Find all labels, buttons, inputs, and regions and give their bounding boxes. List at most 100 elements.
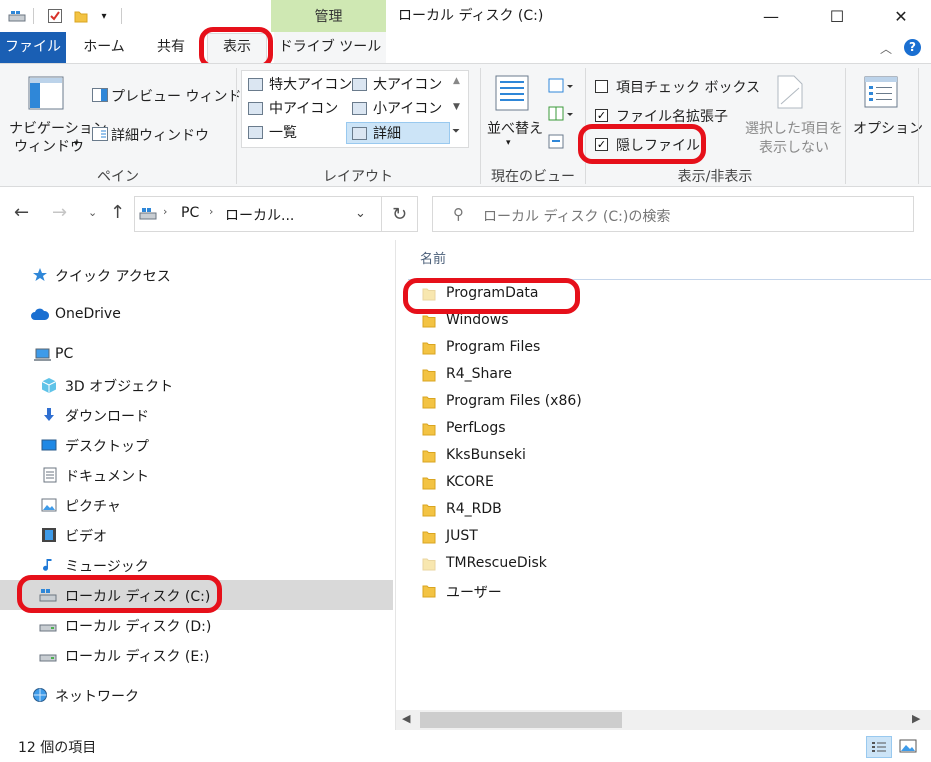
details-pane-button[interactable]: 詳細ウィンドウ [111, 125, 209, 145]
file-name: JUST [446, 528, 478, 544]
options-button[interactable]: オプション [853, 118, 923, 138]
file-row[interactable]: KCORE [396, 470, 931, 497]
nav-item-videos[interactable]: ビデオ [0, 520, 393, 550]
file-name-extensions-label[interactable]: ファイル名拡張子 [616, 106, 728, 126]
hide-selected-label-2[interactable]: 表示しない [759, 137, 829, 157]
file-row[interactable]: PerfLogs [396, 416, 931, 443]
collapse-ribbon-icon[interactable]: ︿ [880, 40, 892, 57]
file-row[interactable]: R4_Share [396, 362, 931, 389]
gallery-expand-icon[interactable]: ⏷ [452, 126, 460, 137]
details-view-button[interactable] [866, 736, 892, 758]
file-name: Program Files [446, 339, 541, 355]
gallery-scroll-down-icon[interactable]: ▼ [453, 102, 460, 112]
file-name-extensions-checkbox[interactable]: ✓ [595, 109, 608, 122]
scroll-left-icon[interactable]: ◀ [402, 712, 410, 725]
address-bar[interactable]: › PC › ローカル... ⌄ [134, 196, 382, 232]
search-box[interactable]: ⚲ ローカル ディスク (C:)の検索 [432, 196, 914, 232]
file-row[interactable]: JUST [396, 524, 931, 551]
folder-icon [422, 315, 436, 328]
breadcrumb-pc[interactable]: PC [181, 205, 199, 221]
current-view-group-label: 現在のビュー [491, 169, 575, 185]
back-arrow-icon[interactable]: ← [14, 202, 29, 223]
nav-item-pc[interactable]: PC [0, 340, 393, 370]
separator [845, 68, 846, 184]
details-icon [352, 127, 367, 140]
tab-file[interactable]: ファイル [0, 32, 66, 63]
refresh-icon: ↻ [391, 203, 408, 225]
address-dropdown-icon[interactable]: ⌄ [355, 206, 366, 221]
nav-item-local-disk-d[interactable]: ローカル ディスク (D:) [0, 610, 393, 640]
nav-item-network[interactable]: ネットワーク [0, 680, 393, 710]
nav-item-onedrive[interactable]: OneDrive [0, 300, 393, 330]
nav-item-documents[interactable]: ドキュメント [0, 460, 393, 490]
close-button[interactable]: ✕ [878, 0, 924, 32]
sort-by-button[interactable]: 並べ替え [487, 118, 543, 138]
group-by-icon[interactable] [548, 78, 574, 94]
chevron-down-icon[interactable]: ▾ [74, 139, 79, 149]
nav-item-local-disk-e[interactable]: ローカル ディスク (E:) [0, 640, 393, 670]
drive-app-icon[interactable] [6, 6, 28, 26]
gallery-scroll-up-icon[interactable]: ▲ [453, 76, 460, 86]
tab-home[interactable]: ホーム [72, 32, 136, 63]
hide-selected-label[interactable]: 選択した項目を [745, 118, 843, 138]
folder-icon [422, 558, 436, 571]
forward-arrow-icon[interactable]: → [52, 202, 67, 223]
layout-small-icons[interactable]: 小アイコン [347, 98, 442, 120]
nav-item-quick-access[interactable]: クイック アクセス [0, 260, 393, 290]
column-header-name[interactable]: 名前 [420, 248, 446, 267]
layout-medium-icons[interactable]: 中アイコン [243, 98, 338, 120]
preview-pane-button[interactable]: プレビュー ウィンドウ [111, 86, 255, 106]
maximize-button[interactable]: ☐ [814, 0, 860, 32]
chevron-down-icon[interactable]: ▾ [506, 138, 511, 148]
breadcrumb-drive[interactable]: ローカル... [225, 205, 294, 225]
folder-icon [422, 423, 436, 436]
size-columns-icon[interactable] [548, 134, 566, 150]
small-icons-icon [352, 102, 367, 115]
show-hide-group-label: 表示/非表示 [677, 169, 753, 185]
status-bar: 12 個の項目 [0, 730, 931, 762]
highlight-hidden-items [578, 124, 706, 164]
nav-item-3d-objects[interactable]: 3D オブジェクト [0, 370, 393, 400]
extra-large-icons-icon [248, 78, 263, 91]
tab-drive-tools[interactable]: ドライブ ツール [274, 32, 386, 63]
tab-share[interactable]: 共有 [140, 32, 202, 63]
folder-icon [422, 585, 436, 598]
file-row[interactable]: TMRescueDisk [396, 551, 931, 578]
customize-toolbar-icon[interactable]: ▾ [96, 6, 112, 26]
refresh-button[interactable]: ↻ [382, 196, 418, 232]
nav-item-desktop[interactable]: デスクトップ [0, 430, 393, 460]
add-columns-icon[interactable] [548, 106, 574, 122]
options-icon[interactable] [864, 76, 898, 108]
file-row[interactable]: Program Files [396, 335, 931, 362]
folder-icon [422, 450, 436, 463]
new-folder-icon[interactable] [70, 6, 92, 26]
properties-icon[interactable] [44, 6, 66, 26]
scroll-right-icon[interactable]: ▶ [912, 712, 920, 725]
item-checkboxes-label[interactable]: 項目チェック ボックス [616, 77, 760, 97]
nav-item-pictures[interactable]: ピクチャ [0, 490, 393, 520]
tab-manage[interactable]: 管理 [271, 0, 386, 32]
chevron-right-icon[interactable]: › [163, 205, 167, 218]
minimize-button[interactable]: — [748, 0, 794, 32]
layout-list[interactable]: 一覧 [243, 122, 297, 144]
nav-item-downloads[interactable]: ダウンロード [0, 400, 393, 430]
up-arrow-icon[interactable]: ↑ [110, 202, 125, 223]
file-row[interactable]: R4_RDB [396, 497, 931, 524]
file-row[interactable]: Program Files (x86) [396, 389, 931, 416]
layout-details-selected[interactable]: 詳細 [346, 122, 450, 144]
sort-by-icon[interactable] [494, 74, 530, 112]
horizontal-scrollbar[interactable]: ◀ ▶ [396, 710, 931, 730]
layout-extra-large-icons[interactable]: 特大アイコン [243, 74, 352, 96]
recent-locations-icon[interactable]: ⌄ [88, 206, 97, 219]
file-row[interactable]: KksBunseki [396, 443, 931, 470]
file-row[interactable]: ユーザー [396, 578, 931, 605]
chevron-right-icon[interactable]: › [209, 205, 213, 218]
large-icons-view-button[interactable] [896, 736, 920, 758]
navigation-pane-icon[interactable] [28, 76, 64, 110]
layout-large-icons[interactable]: 大アイコン [347, 74, 442, 96]
item-checkboxes-checkbox[interactable] [595, 80, 608, 93]
hide-selected-icon[interactable] [775, 74, 805, 110]
help-icon[interactable]: ? [904, 39, 921, 56]
search-input[interactable]: ローカル ディスク (C:)の検索 [483, 206, 670, 226]
scrollbar-thumb[interactable] [420, 712, 622, 728]
